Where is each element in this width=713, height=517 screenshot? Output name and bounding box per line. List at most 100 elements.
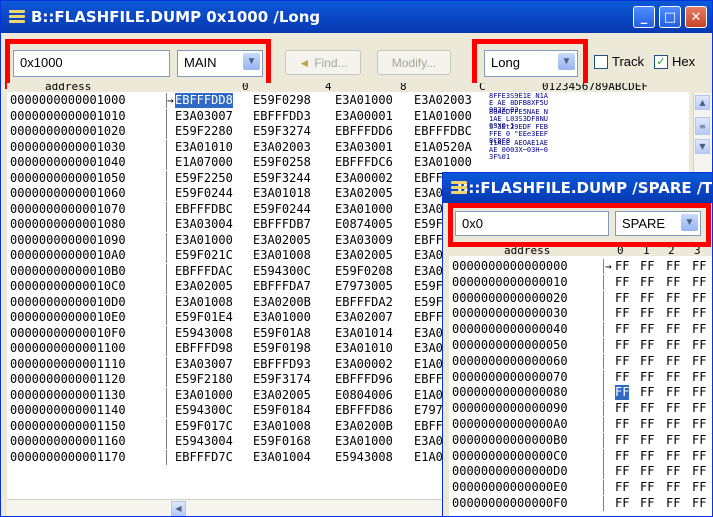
- data-cell[interactable]: E59F0258: [253, 155, 311, 170]
- data-cell[interactable]: EBFFFD96: [335, 372, 393, 387]
- data-cell[interactable]: FF: [666, 275, 680, 290]
- minimize-button[interactable]: _: [633, 6, 655, 28]
- data-cell[interactable]: EBFFFDBC: [414, 124, 472, 139]
- data-cell[interactable]: E59F0244: [175, 186, 233, 201]
- data-cell[interactable]: FF: [666, 433, 680, 448]
- data-cell[interactable]: FF: [692, 306, 706, 321]
- data-cell[interactable]: FF: [615, 401, 629, 416]
- table-row[interactable]: 0000000000001010 E3A03007 EBFFFDD3 E3A00001…: [7, 108, 689, 129]
- data-cell[interactable]: EBFFFDAC: [175, 264, 233, 279]
- scroll-down-icon[interactable]: ▼: [695, 139, 710, 154]
- data-cell[interactable]: E59F0168: [253, 434, 311, 449]
- data-cell[interactable]: EBFFFDBC: [175, 202, 233, 217]
- spare-memory-class-select[interactable]: SPARE ▼: [615, 211, 701, 236]
- scroll-left-icon[interactable]: ◀: [171, 501, 186, 516]
- chevron-down-icon[interactable]: ▼: [243, 53, 260, 70]
- data-cell[interactable]: FF: [692, 449, 706, 464]
- data-cell[interactable]: EBFFFD93: [253, 357, 311, 372]
- data-cell[interactable]: FF: [640, 433, 654, 448]
- data-cell[interactable]: FF: [692, 496, 706, 511]
- memory-class-select[interactable]: MAIN ▼: [177, 50, 263, 77]
- data-cell[interactable]: FF: [615, 354, 629, 369]
- table-row[interactable]: 0000000000000070 FF FF FF FF: [449, 369, 712, 385]
- table-row[interactable]: 0000000000000080 FF FF FF FF: [449, 385, 712, 401]
- data-cell[interactable]: E59F01A8: [253, 326, 311, 341]
- data-cell[interactable]: E3A03004: [175, 217, 233, 232]
- data-cell[interactable]: E59F0198: [253, 341, 311, 356]
- data-cell[interactable]: FF: [666, 322, 680, 337]
- data-cell[interactable]: E3A02003: [414, 93, 472, 108]
- table-row[interactable]: 0000000000001020 E59F2280 E59F3274 EBFFFDD6…: [7, 124, 689, 145]
- table-row[interactable]: 0000000000000050 FF FF FF FF: [449, 338, 712, 353]
- data-cell[interactable]: FF: [640, 259, 654, 274]
- data-cell[interactable]: E3A02005: [253, 388, 311, 403]
- data-cell[interactable]: FF: [666, 306, 680, 321]
- chevron-down-icon[interactable]: ▼: [681, 214, 698, 231]
- address-input[interactable]: 0x1000: [13, 50, 170, 77]
- data-cell[interactable]: FF: [640, 291, 654, 306]
- data-cell[interactable]: FF: [692, 322, 706, 337]
- data-cell[interactable]: FF: [640, 417, 654, 432]
- data-cell[interactable]: FF: [640, 322, 654, 337]
- data-cell[interactable]: E0804006: [335, 388, 393, 403]
- spare-address-input[interactable]: 0x0: [455, 211, 609, 236]
- data-cell[interactable]: E5943004: [175, 434, 233, 449]
- data-cell[interactable]: EBFFFDC6: [335, 155, 393, 170]
- data-cell[interactable]: E3A01000: [335, 202, 393, 217]
- table-row[interactable]: 0000000000000040 FF FF FF FF: [449, 322, 712, 338]
- data-cell[interactable]: FF: [615, 338, 629, 353]
- data-cell[interactable]: FF: [666, 291, 680, 306]
- data-cell[interactable]: FF: [640, 338, 654, 353]
- data-cell[interactable]: FF: [640, 496, 654, 511]
- data-cell[interactable]: EBFFFDB7: [253, 217, 311, 232]
- spare-dump-grid[interactable]: address 0 1 2 3 0000000000000000 → FF FF FF F…: [449, 247, 712, 516]
- data-cell[interactable]: FF: [666, 464, 680, 479]
- data-cell[interactable]: E3A00001: [335, 109, 393, 124]
- chevron-down-icon[interactable]: ▼: [558, 53, 575, 70]
- data-cell[interactable]: E5943008: [335, 450, 393, 465]
- data-cell[interactable]: E59F0208: [335, 264, 393, 279]
- data-cell[interactable]: E3A01014: [335, 326, 393, 341]
- table-row[interactable]: 0000000000001000 → EBFFFDD8 E59F0298 E3A0100…: [7, 93, 689, 114]
- data-cell[interactable]: E3A02005: [335, 248, 393, 263]
- data-cell[interactable]: FF: [640, 449, 654, 464]
- maximize-button[interactable]: □: [659, 6, 681, 28]
- data-cell[interactable]: E59F0244: [253, 202, 311, 217]
- data-cell[interactable]: EBFFFD7C: [175, 450, 233, 465]
- data-cell[interactable]: FF: [615, 291, 629, 306]
- table-row[interactable]: 00000000000000B0 FF FF FF FF: [449, 432, 712, 448]
- data-cell[interactable]: FF: [692, 275, 706, 290]
- data-cell[interactable]: FF: [666, 338, 680, 353]
- data-cell[interactable]: E3A01000: [414, 155, 472, 170]
- data-cell[interactable]: E3A02003: [253, 140, 311, 155]
- data-cell[interactable]: EBFFFDD8: [175, 93, 233, 108]
- data-cell[interactable]: E1A01000: [414, 109, 472, 124]
- data-cell[interactable]: E3A01000: [175, 233, 233, 248]
- data-cell[interactable]: FF: [615, 259, 629, 274]
- data-cell[interactable]: FF: [640, 480, 654, 495]
- table-row[interactable]: 0000000000000090 FF FF FF FF: [449, 401, 712, 417]
- data-cell[interactable]: FF: [666, 385, 680, 400]
- data-cell[interactable]: FF: [692, 433, 706, 448]
- data-cell[interactable]: E1A07000: [175, 155, 233, 170]
- data-cell[interactable]: E59F2280: [175, 124, 233, 139]
- data-cell[interactable]: E59F0184: [253, 403, 311, 418]
- data-cell[interactable]: E3A02005: [175, 279, 233, 294]
- data-cell[interactable]: FF: [692, 370, 706, 385]
- data-cell[interactable]: E1A0520A: [414, 140, 472, 155]
- data-cell[interactable]: FF: [692, 417, 706, 432]
- data-cell[interactable]: FF: [640, 354, 654, 369]
- data-cell[interactable]: FF: [640, 306, 654, 321]
- find-button[interactable]: ◄ Find...: [285, 50, 361, 75]
- data-cell[interactable]: E3A01010: [335, 341, 393, 356]
- data-cell[interactable]: E594300C: [175, 403, 233, 418]
- data-cell[interactable]: FF: [640, 275, 654, 290]
- data-cell[interactable]: E3A01008: [253, 419, 311, 434]
- data-cell[interactable]: E59F3244: [253, 171, 311, 186]
- data-cell[interactable]: FF: [666, 417, 680, 432]
- data-cell[interactable]: E59F01E4: [175, 310, 233, 325]
- data-cell[interactable]: E3A03009: [335, 233, 393, 248]
- data-cell[interactable]: FF: [666, 401, 680, 416]
- scroll-thumb[interactable]: ≡: [695, 117, 710, 135]
- close-button[interactable]: ✕: [685, 6, 707, 28]
